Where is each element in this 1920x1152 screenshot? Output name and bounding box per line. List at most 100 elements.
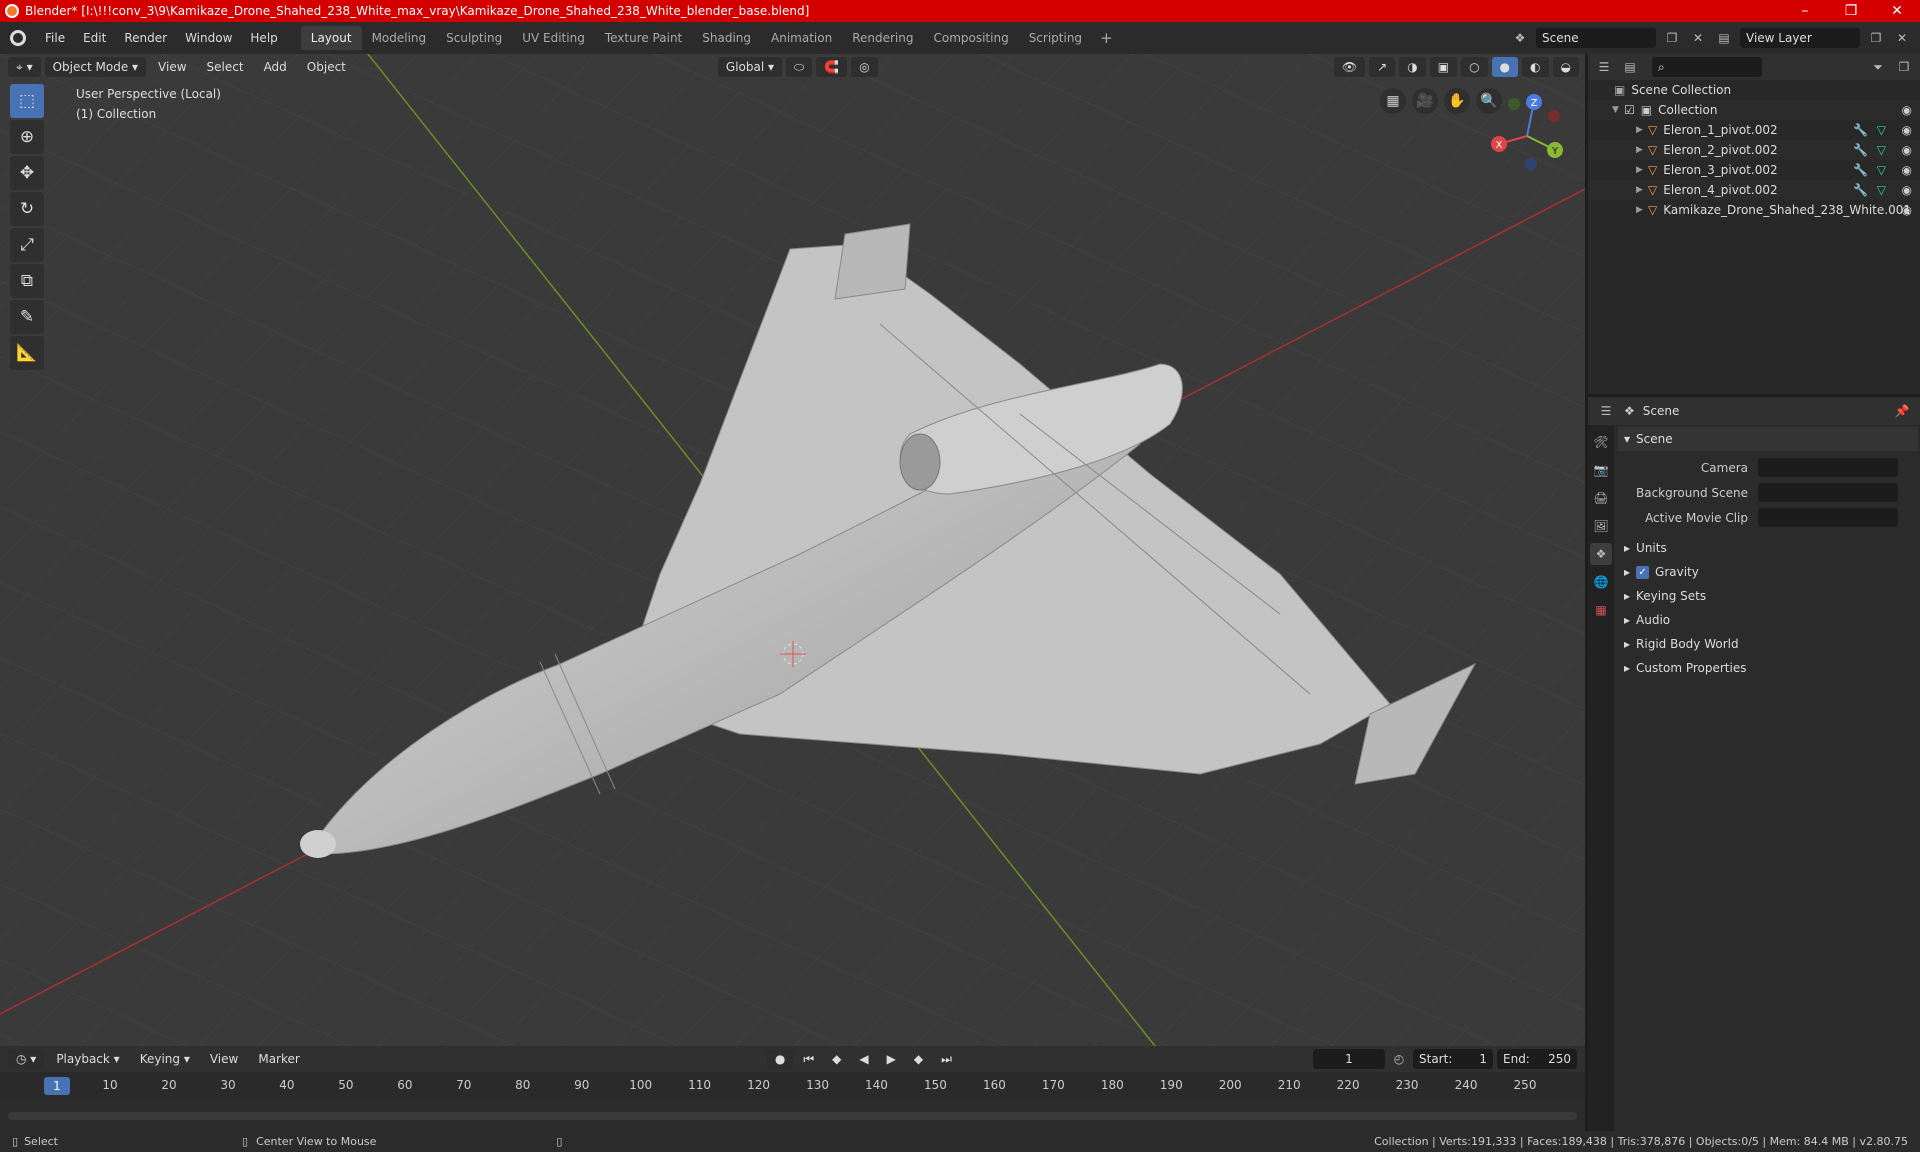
menu-render[interactable]: Render: [115, 31, 176, 45]
shading-wireframe-icon[interactable]: ○: [1461, 57, 1488, 77]
eye-icon[interactable]: ◉: [1902, 163, 1912, 177]
mesh-data-icon[interactable]: ▽: [1877, 183, 1886, 197]
play-reverse-icon[interactable]: ◀: [851, 1049, 876, 1069]
jump-end-icon[interactable]: ⏭: [933, 1049, 960, 1069]
overlay-toggle-icon[interactable]: ◑: [1399, 57, 1426, 77]
editor-type-icon[interactable]: ⌖ ▾: [8, 57, 41, 77]
blender-menu-icon[interactable]: [10, 30, 26, 46]
jump-start-icon[interactable]: ⏮: [795, 1049, 822, 1069]
maximize-icon[interactable]: ❐: [1828, 3, 1874, 19]
menu-select[interactable]: Select: [199, 57, 252, 77]
outliner-row-object[interactable]: ▶ ▽ Eleron_3_pivot.002 🔧 ▽ ◉: [1588, 160, 1920, 180]
units-section[interactable]: ▸ Units: [1618, 536, 1918, 560]
snap-icon[interactable]: 🧲: [816, 57, 848, 77]
eye-icon[interactable]: ◉: [1902, 183, 1912, 197]
new-collection-icon[interactable]: ❐: [1894, 57, 1914, 77]
background-scene-field[interactable]: [1758, 483, 1898, 502]
tab-modeling[interactable]: Modeling: [362, 26, 437, 50]
grid-toggle-icon[interactable]: ▦: [1380, 88, 1406, 114]
end-frame-field[interactable]: End: 250: [1497, 1049, 1577, 1069]
keying-sets-section[interactable]: ▸ Keying Sets: [1618, 584, 1918, 608]
scene-tab-icon[interactable]: ❖: [1590, 543, 1612, 565]
start-frame-field[interactable]: Start: 1: [1413, 1049, 1493, 1069]
active-movie-clip-field[interactable]: [1758, 508, 1898, 527]
expand-icon[interactable]: ▶: [1636, 205, 1648, 215]
tab-uv-editing[interactable]: UV Editing: [512, 26, 595, 50]
expand-icon[interactable]: ▶: [1636, 145, 1648, 155]
mesh-data-icon[interactable]: ▽: [1877, 163, 1886, 177]
move-icon[interactable]: ✥: [10, 156, 44, 190]
select-box-icon[interactable]: ⬚: [10, 84, 44, 118]
outliner-row-object[interactable]: ▶ ▽ Eleron_1_pivot.002 🔧 ▽ ◉: [1588, 120, 1920, 140]
gizmo-toggle-icon[interactable]: ↗: [1369, 57, 1396, 77]
custom-properties-section[interactable]: ▸ Custom Properties: [1618, 656, 1918, 680]
tab-texture-paint[interactable]: Texture Paint: [595, 26, 692, 50]
shading-rendered-icon[interactable]: ◒: [1552, 57, 1579, 77]
expand-icon[interactable]: ▶: [1636, 165, 1648, 175]
menu-playback[interactable]: Playback ▾: [48, 1049, 127, 1069]
outliner-row-collection[interactable]: ▼ ☑ ▣ Collection ◉: [1588, 100, 1920, 120]
proportional-edit-icon[interactable]: ◎: [851, 57, 878, 77]
scale-icon[interactable]: ⤢: [10, 228, 44, 262]
scene-field[interactable]: Scene: [1536, 28, 1656, 48]
camera-view-icon[interactable]: 🎥: [1412, 88, 1438, 114]
scene-icon[interactable]: ❖: [1510, 28, 1530, 48]
record-icon[interactable]: ●: [766, 1049, 794, 1069]
visibility-icon[interactable]: 👁: [1333, 57, 1366, 77]
delete-scene-icon[interactable]: ✕: [1688, 28, 1708, 48]
current-frame-marker[interactable]: 1: [44, 1077, 70, 1095]
delete-view-layer-icon[interactable]: ✕: [1892, 28, 1912, 48]
gravity-section[interactable]: ▸ ✓ Gravity: [1618, 560, 1918, 584]
menu-keying[interactable]: Keying ▾: [132, 1049, 198, 1069]
minimize-icon[interactable]: –: [1782, 3, 1828, 19]
pan-hand-icon[interactable]: ✋: [1444, 88, 1470, 114]
3d-viewport[interactable]: ⌖ ▾ Object Mode ▾ View Select Add Object…: [0, 54, 1585, 1046]
outliner-editor-icon[interactable]: ☰: [1594, 57, 1614, 77]
tool-tab-icon[interactable]: 🛠: [1590, 431, 1612, 453]
new-view-layer-icon[interactable]: ❐: [1866, 28, 1886, 48]
outliner-search-input[interactable]: ⌕: [1652, 57, 1762, 77]
play-icon[interactable]: ▶: [879, 1049, 904, 1069]
close-icon[interactable]: ✕: [1874, 3, 1920, 19]
checkbox-icon[interactable]: ☑: [1624, 103, 1635, 117]
menu-file[interactable]: File: [36, 31, 74, 45]
view-layer-field[interactable]: View Layer: [1740, 28, 1860, 48]
mesh-data-icon[interactable]: ▽: [1877, 143, 1886, 157]
gravity-checkbox[interactable]: ✓: [1636, 565, 1650, 579]
audio-section[interactable]: ▸ Audio: [1618, 608, 1918, 632]
xray-icon[interactable]: ▣: [1429, 57, 1458, 77]
filter-icon[interactable]: ⏷: [1868, 57, 1888, 77]
properties-editor-icon[interactable]: ☰: [1596, 401, 1616, 421]
mesh-data-icon[interactable]: ▽: [1877, 123, 1886, 137]
rigid-body-world-section[interactable]: ▸ Rigid Body World: [1618, 632, 1918, 656]
new-scene-icon[interactable]: ❐: [1662, 28, 1682, 48]
menu-view[interactable]: View: [150, 57, 194, 77]
modifier-icon[interactable]: 🔧: [1853, 183, 1868, 197]
shading-solid-icon[interactable]: ●: [1491, 57, 1519, 77]
measure-icon[interactable]: 📐: [10, 336, 44, 370]
tab-shading[interactable]: Shading: [692, 26, 761, 50]
tab-scripting[interactable]: Scripting: [1019, 26, 1092, 50]
modifier-icon[interactable]: 🔧: [1853, 143, 1868, 157]
eye-icon[interactable]: ◉: [1902, 103, 1912, 117]
frame-ruler[interactable]: 1 10 20 30 40 50 60 70 80 90 100 110 120 130 140 150 16…: [0, 1072, 1585, 1098]
cursor-icon[interactable]: ⊕: [10, 120, 44, 154]
tab-compositing[interactable]: Compositing: [923, 26, 1018, 50]
shading-material-icon[interactable]: ◐: [1522, 57, 1549, 77]
add-workspace-icon[interactable]: +: [1092, 26, 1121, 50]
expand-icon[interactable]: ▶: [1636, 125, 1648, 135]
modifier-icon[interactable]: 🔧: [1853, 123, 1868, 137]
outliner-row-object[interactable]: ▶ ▽ Kamikaze_Drone_Shahed_238_White.001 …: [1588, 200, 1920, 220]
menu-add[interactable]: Add: [256, 57, 295, 77]
transform-icon[interactable]: ⧉: [10, 264, 44, 298]
mode-dropdown[interactable]: Object Mode ▾: [44, 57, 147, 77]
pin-icon[interactable]: 📌: [1892, 401, 1912, 421]
expand-icon[interactable]: ▼: [1612, 105, 1624, 115]
camera-field[interactable]: [1758, 458, 1898, 477]
outliner-row-object[interactable]: ▶ ▽ Eleron_2_pivot.002 🔧 ▽ ◉: [1588, 140, 1920, 160]
annotate-icon[interactable]: ✎: [10, 300, 44, 334]
menu-marker[interactable]: Marker: [250, 1049, 307, 1069]
tab-animation[interactable]: Animation: [761, 26, 842, 50]
tab-rendering[interactable]: Rendering: [842, 26, 923, 50]
texture-tab-icon[interactable]: ▦: [1590, 599, 1612, 621]
